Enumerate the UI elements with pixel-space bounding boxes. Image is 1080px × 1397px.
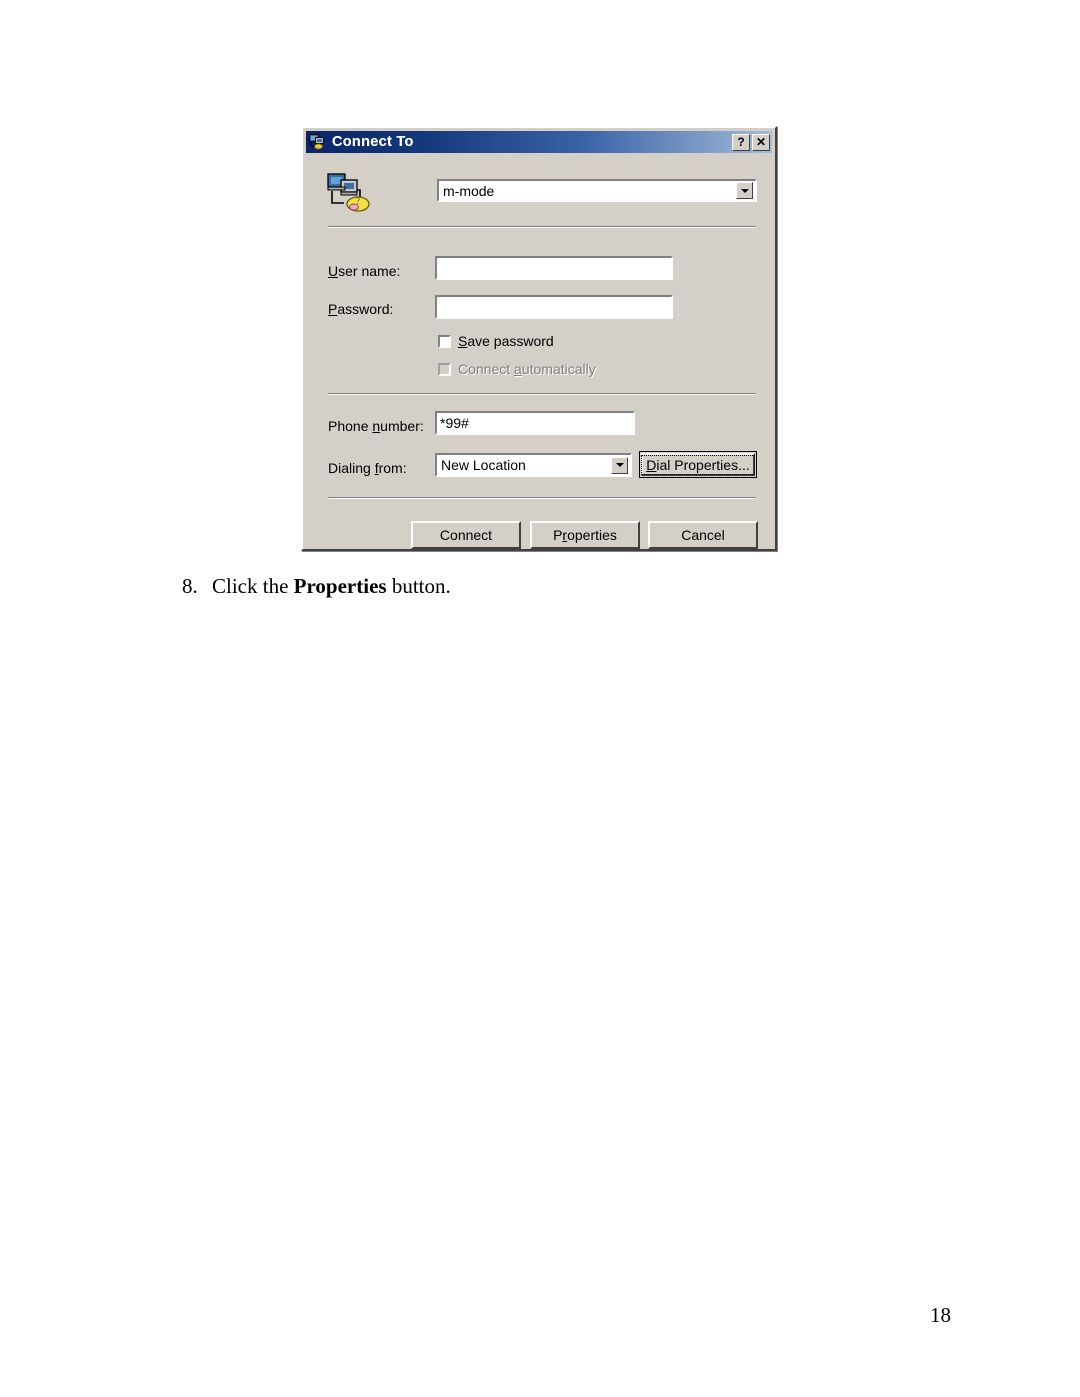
connect-computers-icon xyxy=(309,134,327,150)
step-number: 8. xyxy=(182,574,198,598)
user-name-input[interactable] xyxy=(435,256,673,280)
password-label: Password: xyxy=(328,301,394,317)
step-text-before: Click the xyxy=(212,574,294,598)
dialog-titlebar[interactable]: Connect To ? ✕ xyxy=(306,131,772,153)
dial-properties-button-label: Dial Properties... xyxy=(646,456,750,473)
cancel-button-label: Cancel xyxy=(681,527,725,543)
dial-properties-focus-rect: Dial Properties... xyxy=(641,454,755,475)
dialup-connection-icon: ? xyxy=(327,171,373,215)
separator-top xyxy=(328,226,756,228)
dialing-from-combobox[interactable]: New Location xyxy=(435,453,632,477)
connect-automatically-checkbox: Connect automatically xyxy=(438,361,596,377)
dialing-from-label: Dialing from: xyxy=(328,460,407,476)
phone-number-value: *99# xyxy=(440,415,469,431)
connect-automatically-label: Connect automatically xyxy=(458,361,596,377)
save-password-label: Save password xyxy=(458,333,554,349)
phone-number-input[interactable]: *99# xyxy=(435,411,635,435)
connect-to-dialog: Connect To ? ✕ ? m-mode User name: Passw… xyxy=(301,126,777,551)
dialog-body: ? m-mode User name: Password: Save passw… xyxy=(306,153,772,549)
password-input[interactable] xyxy=(435,295,673,319)
properties-button-label: Properties xyxy=(553,527,617,543)
step-text-bold: Properties xyxy=(293,574,387,598)
cancel-button[interactable]: Cancel xyxy=(648,521,758,549)
save-password-checkbox[interactable]: Save password xyxy=(438,333,554,349)
connect-automatically-checkbox-box xyxy=(438,362,451,376)
arrow-down-glyph xyxy=(740,188,749,193)
arrow-down-glyph xyxy=(615,463,624,467)
help-button[interactable]: ? xyxy=(732,133,750,151)
connect-button[interactable]: Connect xyxy=(411,521,521,549)
dial-properties-button-inner: Dial Properties... xyxy=(641,453,755,476)
separator-bottom xyxy=(328,497,756,499)
properties-button[interactable]: Properties xyxy=(530,521,640,549)
dialing-from-value: New Location xyxy=(441,457,526,473)
close-icon[interactable]: ✕ xyxy=(752,133,770,151)
phone-number-label: Phone number: xyxy=(328,418,424,434)
svg-text:?: ? xyxy=(356,196,360,206)
connection-name-value: m-mode xyxy=(443,182,495,199)
document-page: Connect To ? ✕ ? m-mode User name: Passw… xyxy=(0,0,1080,1397)
user-name-label: User name: xyxy=(328,263,401,279)
dial-properties-button[interactable]: Dial Properties... xyxy=(639,451,757,478)
connection-name-combobox[interactable]: m-mode xyxy=(437,179,757,202)
step-caption: 8. Click the Properties button. xyxy=(182,574,451,599)
connect-button-label: Connect xyxy=(439,527,493,543)
step-text-after: button. xyxy=(386,574,451,598)
page-number: 18 xyxy=(930,1303,951,1327)
separator-middle xyxy=(328,393,756,395)
dialog-title: Connect To xyxy=(332,134,414,150)
chevron-down-icon[interactable] xyxy=(611,456,628,474)
chevron-down-icon[interactable] xyxy=(736,182,753,199)
save-password-checkbox-box[interactable] xyxy=(438,334,451,348)
dialog-inner-frame: Connect To ? ✕ ? m-mode User name: Passw… xyxy=(303,128,775,549)
